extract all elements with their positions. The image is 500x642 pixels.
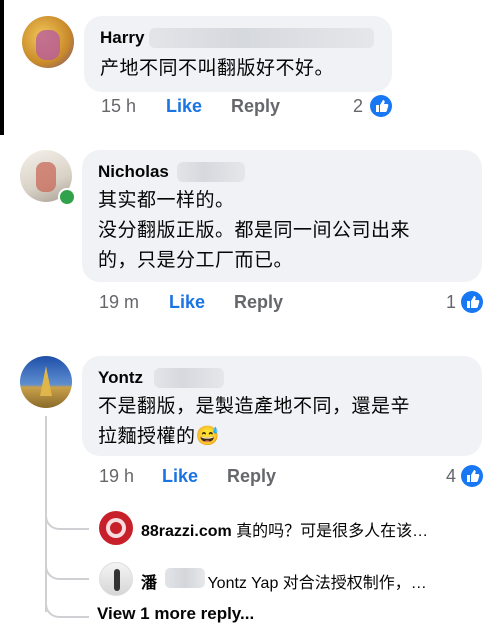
- like-button[interactable]: Like: [169, 292, 205, 313]
- comment-text: 产地不同不叫翻版好不好。: [100, 58, 335, 79]
- like-button[interactable]: Like: [166, 96, 202, 117]
- avatar[interactable]: [99, 511, 133, 545]
- redacted-name: [177, 162, 245, 182]
- thread-branch: [45, 558, 89, 580]
- reply-button[interactable]: Reply: [234, 292, 283, 313]
- comment-author[interactable]: Yontz: [98, 368, 143, 388]
- thread-branch: [45, 508, 89, 530]
- comment-bubble: Harry 产地不同不叫翻版好不好。: [84, 16, 392, 92]
- like-button[interactable]: Like: [162, 466, 198, 487]
- avatar-logo-inner: [110, 522, 122, 534]
- comment-author[interactable]: Harry: [100, 28, 144, 48]
- comment-text: 的，只是分工厂而已。: [98, 250, 294, 271]
- reply-author[interactable]: 88razzi.com: [141, 523, 232, 540]
- reply-author[interactable]: 潘: [141, 575, 157, 592]
- comment-timestamp[interactable]: 19 h: [99, 466, 134, 487]
- comment-text: 拉麵授權的😅: [98, 426, 220, 447]
- redacted-name: [154, 368, 224, 388]
- avatar-pagoda: [40, 366, 52, 396]
- left-edge-strip: [0, 0, 4, 135]
- avatar-figure: [114, 569, 120, 591]
- comment-timestamp[interactable]: 15 h: [101, 96, 136, 117]
- redacted-name: [165, 568, 205, 588]
- reply-snippet: 真的吗？可是很多人在该…: [236, 523, 429, 540]
- thumbs-up-icon[interactable]: [461, 465, 483, 487]
- reaction-count[interactable]: 4: [446, 466, 456, 487]
- comment-text: 不是翻版，是製造產地不同，還是辛: [98, 396, 411, 417]
- avatar[interactable]: [20, 356, 72, 408]
- avatar-figure: [36, 162, 56, 192]
- online-status-dot: [58, 188, 76, 206]
- comment-text: 其实都一样的。: [98, 190, 235, 211]
- comment-bubble: Nicholas 其实都一样的。 没分翻版正版。都是同一间公司出来 的，只是分工…: [82, 150, 482, 282]
- reply-button[interactable]: Reply: [231, 96, 280, 117]
- avatar-figure: [36, 30, 60, 60]
- thumbs-up-icon[interactable]: [370, 95, 392, 117]
- thread-branch: [45, 596, 89, 618]
- comment-timestamp[interactable]: 19 m: [99, 292, 139, 313]
- reaction-count[interactable]: 2: [353, 96, 363, 117]
- reply-button[interactable]: Reply: [227, 466, 276, 487]
- avatar[interactable]: [99, 562, 133, 596]
- comment-bubble: Yontz 不是翻版，是製造產地不同，還是辛 拉麵授權的😅: [82, 356, 482, 456]
- view-more-replies-link[interactable]: View 1 more reply...: [97, 604, 254, 624]
- comment-text: 没分翻版正版。都是同一间公司出来: [98, 220, 411, 241]
- reply-preview[interactable]: 88razzi.com 真的吗？可是很多人在该…: [141, 517, 428, 541]
- reply-preview[interactable]: 潘 Yontz Yap 对合法授权制作，…: [141, 568, 427, 593]
- comment-author[interactable]: Nicholas: [98, 162, 169, 182]
- reaction-count[interactable]: 1: [446, 292, 456, 313]
- redacted-name: [149, 28, 374, 48]
- avatar[interactable]: [22, 16, 74, 68]
- thumbs-up-icon[interactable]: [461, 291, 483, 313]
- reply-snippet: Yontz Yap 对合法授权制作，…: [207, 575, 427, 592]
